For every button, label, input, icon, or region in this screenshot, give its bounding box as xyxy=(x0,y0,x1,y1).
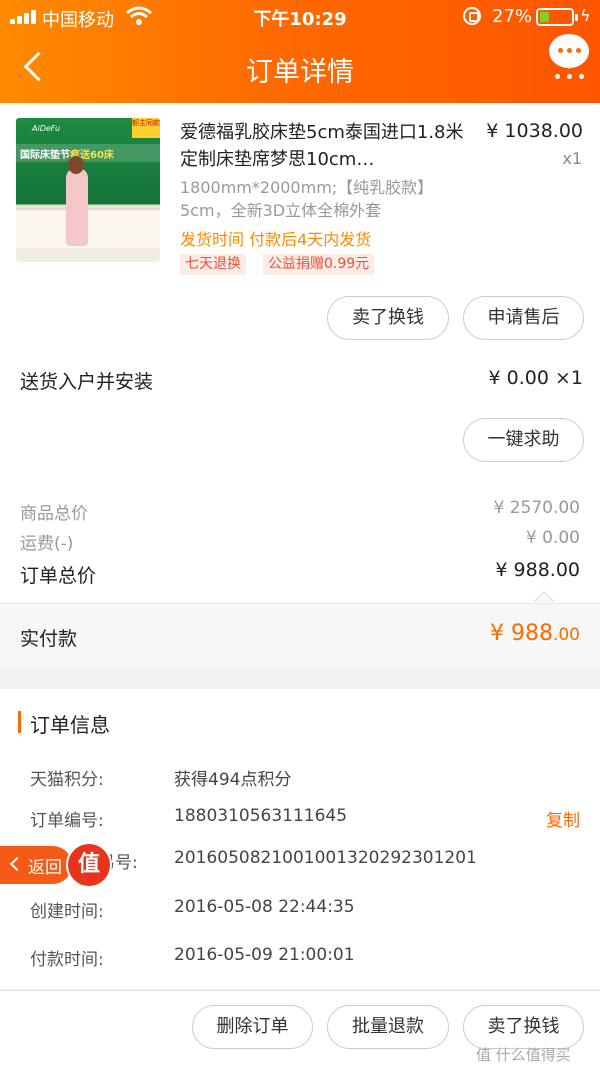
points-label: 天猫积分: xyxy=(30,770,104,790)
after-sale-button[interactable]: 申请售后 xyxy=(463,296,584,340)
batch-refund-button[interactable]: 批量退款 xyxy=(327,1005,449,1049)
charity-tag: 公益捐赠0.99元 xyxy=(263,254,375,275)
order-info-section: 订单信息 天猫积分: 获得494点积分 订单编号: 18803105631116… xyxy=(0,689,600,989)
image-badge: 额主同款 xyxy=(132,118,160,138)
battery-icon xyxy=(536,8,578,26)
help-button[interactable]: 一键求助 xyxy=(463,418,584,462)
order-info-title: 订单信息 xyxy=(30,713,110,737)
top-bar: 中国移动 下午10:29 27% ϟ 订单详情 xyxy=(0,0,600,103)
sell-for-cash-button[interactable]: 卖了换钱 xyxy=(327,296,449,340)
rotation-lock-icon xyxy=(463,7,481,25)
product-quantity: x1 xyxy=(562,149,582,168)
shipping-time: 发货时间 付款后4天内发货 xyxy=(180,230,372,249)
charging-icon: ϟ xyxy=(580,6,591,25)
order-number-value: 1880310563111645 xyxy=(174,806,348,826)
chevron-left-icon xyxy=(9,856,25,872)
product-price: ¥ 1038.00 xyxy=(486,120,583,142)
goods-total-label: 商品总价 xyxy=(20,504,88,524)
paid-time-label: 付款时间: xyxy=(30,950,104,970)
watermark: 值 什么值得买 xyxy=(476,1046,571,1064)
floating-back-button[interactable]: 返回 xyxy=(0,846,72,884)
paid-amount-row: 实付款 ¥ 988.00 xyxy=(0,603,600,669)
alipay-trade-value: 2016050821001001320292301201 xyxy=(174,848,477,868)
paid-label: 实付款 xyxy=(20,628,78,650)
order-total-value: ¥ 988.00 xyxy=(495,559,580,581)
shipping-fee-value: ¥ 0.00 xyxy=(525,528,580,548)
created-time-value: 2016-05-08 22:44:35 xyxy=(174,897,355,917)
paid-time-value: 2016-05-09 21:00:01 xyxy=(174,945,355,965)
product-image[interactable]: AiDeFu 额主同款 国际床垫节疯送60床 xyxy=(16,118,160,262)
order-total-label: 订单总价 xyxy=(20,565,97,587)
page-title: 订单详情 xyxy=(246,57,354,88)
order-number-label: 订单编号: xyxy=(30,811,104,831)
created-time-label: 创建时间: xyxy=(30,902,104,922)
points-value: 获得494点积分 xyxy=(174,770,292,790)
zhi-logo-icon[interactable]: 值 xyxy=(66,842,112,888)
service-value: ¥ 0.00 ×1 xyxy=(488,367,583,389)
more-menu-icon[interactable] xyxy=(555,74,584,79)
product-spec: 1800mm*2000mm;【纯乳胶款】5cm，全新3D立体全棉外套 xyxy=(180,178,434,220)
status-bar: 中国移动 下午10:29 27% ϟ xyxy=(0,0,600,34)
paid-value: ¥ 988.00 xyxy=(489,621,580,646)
product-name[interactable]: 爱德福乳胶床垫5cm泰国进口1.8米定制床垫席梦思10cm… xyxy=(180,119,470,173)
image-brand-logo: AiDeFu xyxy=(32,124,61,133)
floating-back-label: 返回 xyxy=(28,858,62,878)
image-promo-text: 国际床垫节疯送60床 xyxy=(20,150,114,161)
shipping-fee-label: 运费(-) xyxy=(20,534,74,554)
copy-button[interactable]: 复制 xyxy=(546,806,580,831)
message-icon[interactable] xyxy=(549,34,589,69)
sell-for-cash-button-bottom[interactable]: 卖了换钱 xyxy=(463,1005,584,1049)
order-card: AiDeFu 额主同款 国际床垫节疯送60床 爱德福乳胶床垫5cm泰国进口1.8… xyxy=(0,103,600,611)
return-tag: 七天退换 xyxy=(180,254,246,275)
battery-percent: 27% xyxy=(492,6,533,27)
service-label: 送货入户并安装 xyxy=(20,371,154,393)
section-accent-bar xyxy=(18,711,21,733)
goods-total-value: ¥ 2570.00 xyxy=(493,498,580,518)
delete-order-button[interactable]: 删除订单 xyxy=(192,1005,313,1049)
